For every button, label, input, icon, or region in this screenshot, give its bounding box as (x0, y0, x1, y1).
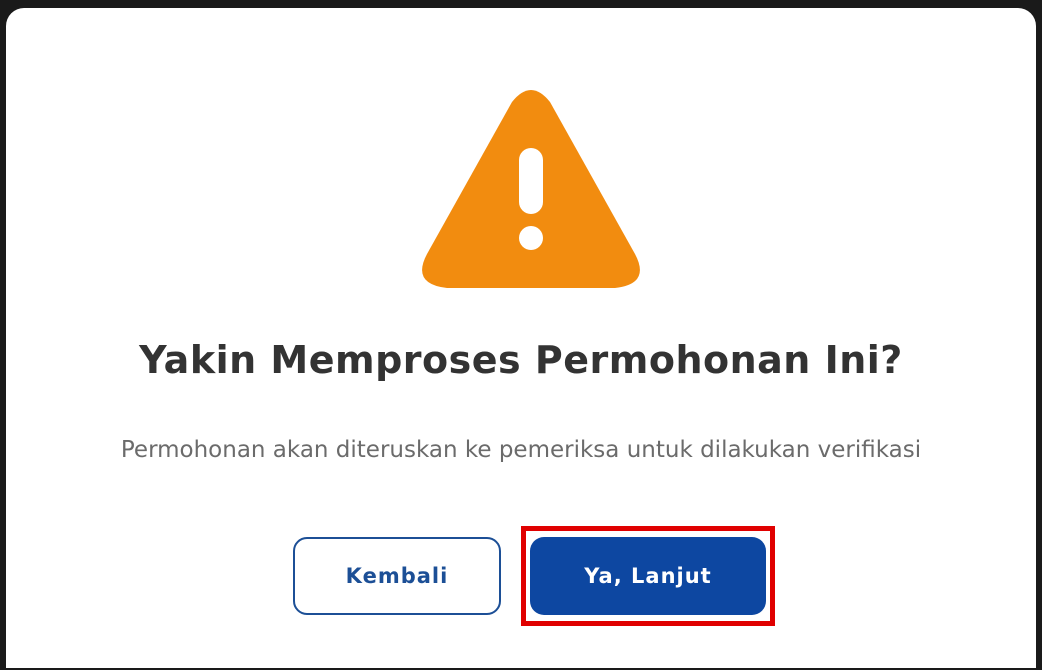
exclamation-dot (519, 226, 543, 250)
warning-triangle-icon (422, 90, 640, 288)
confirmation-dialog: Yakin Memproses Permohonan Ini? Permohon… (6, 8, 1036, 668)
dialog-message: Permohonan akan diteruskan ke pemeriksa … (120, 437, 922, 463)
exclamation-bar (519, 148, 543, 214)
dialog-title: Yakin Memproses Permohonan Ini? (139, 338, 903, 382)
back-button[interactable]: Kembali (293, 537, 501, 615)
continue-button[interactable]: Ya, Lanjut (530, 537, 766, 615)
